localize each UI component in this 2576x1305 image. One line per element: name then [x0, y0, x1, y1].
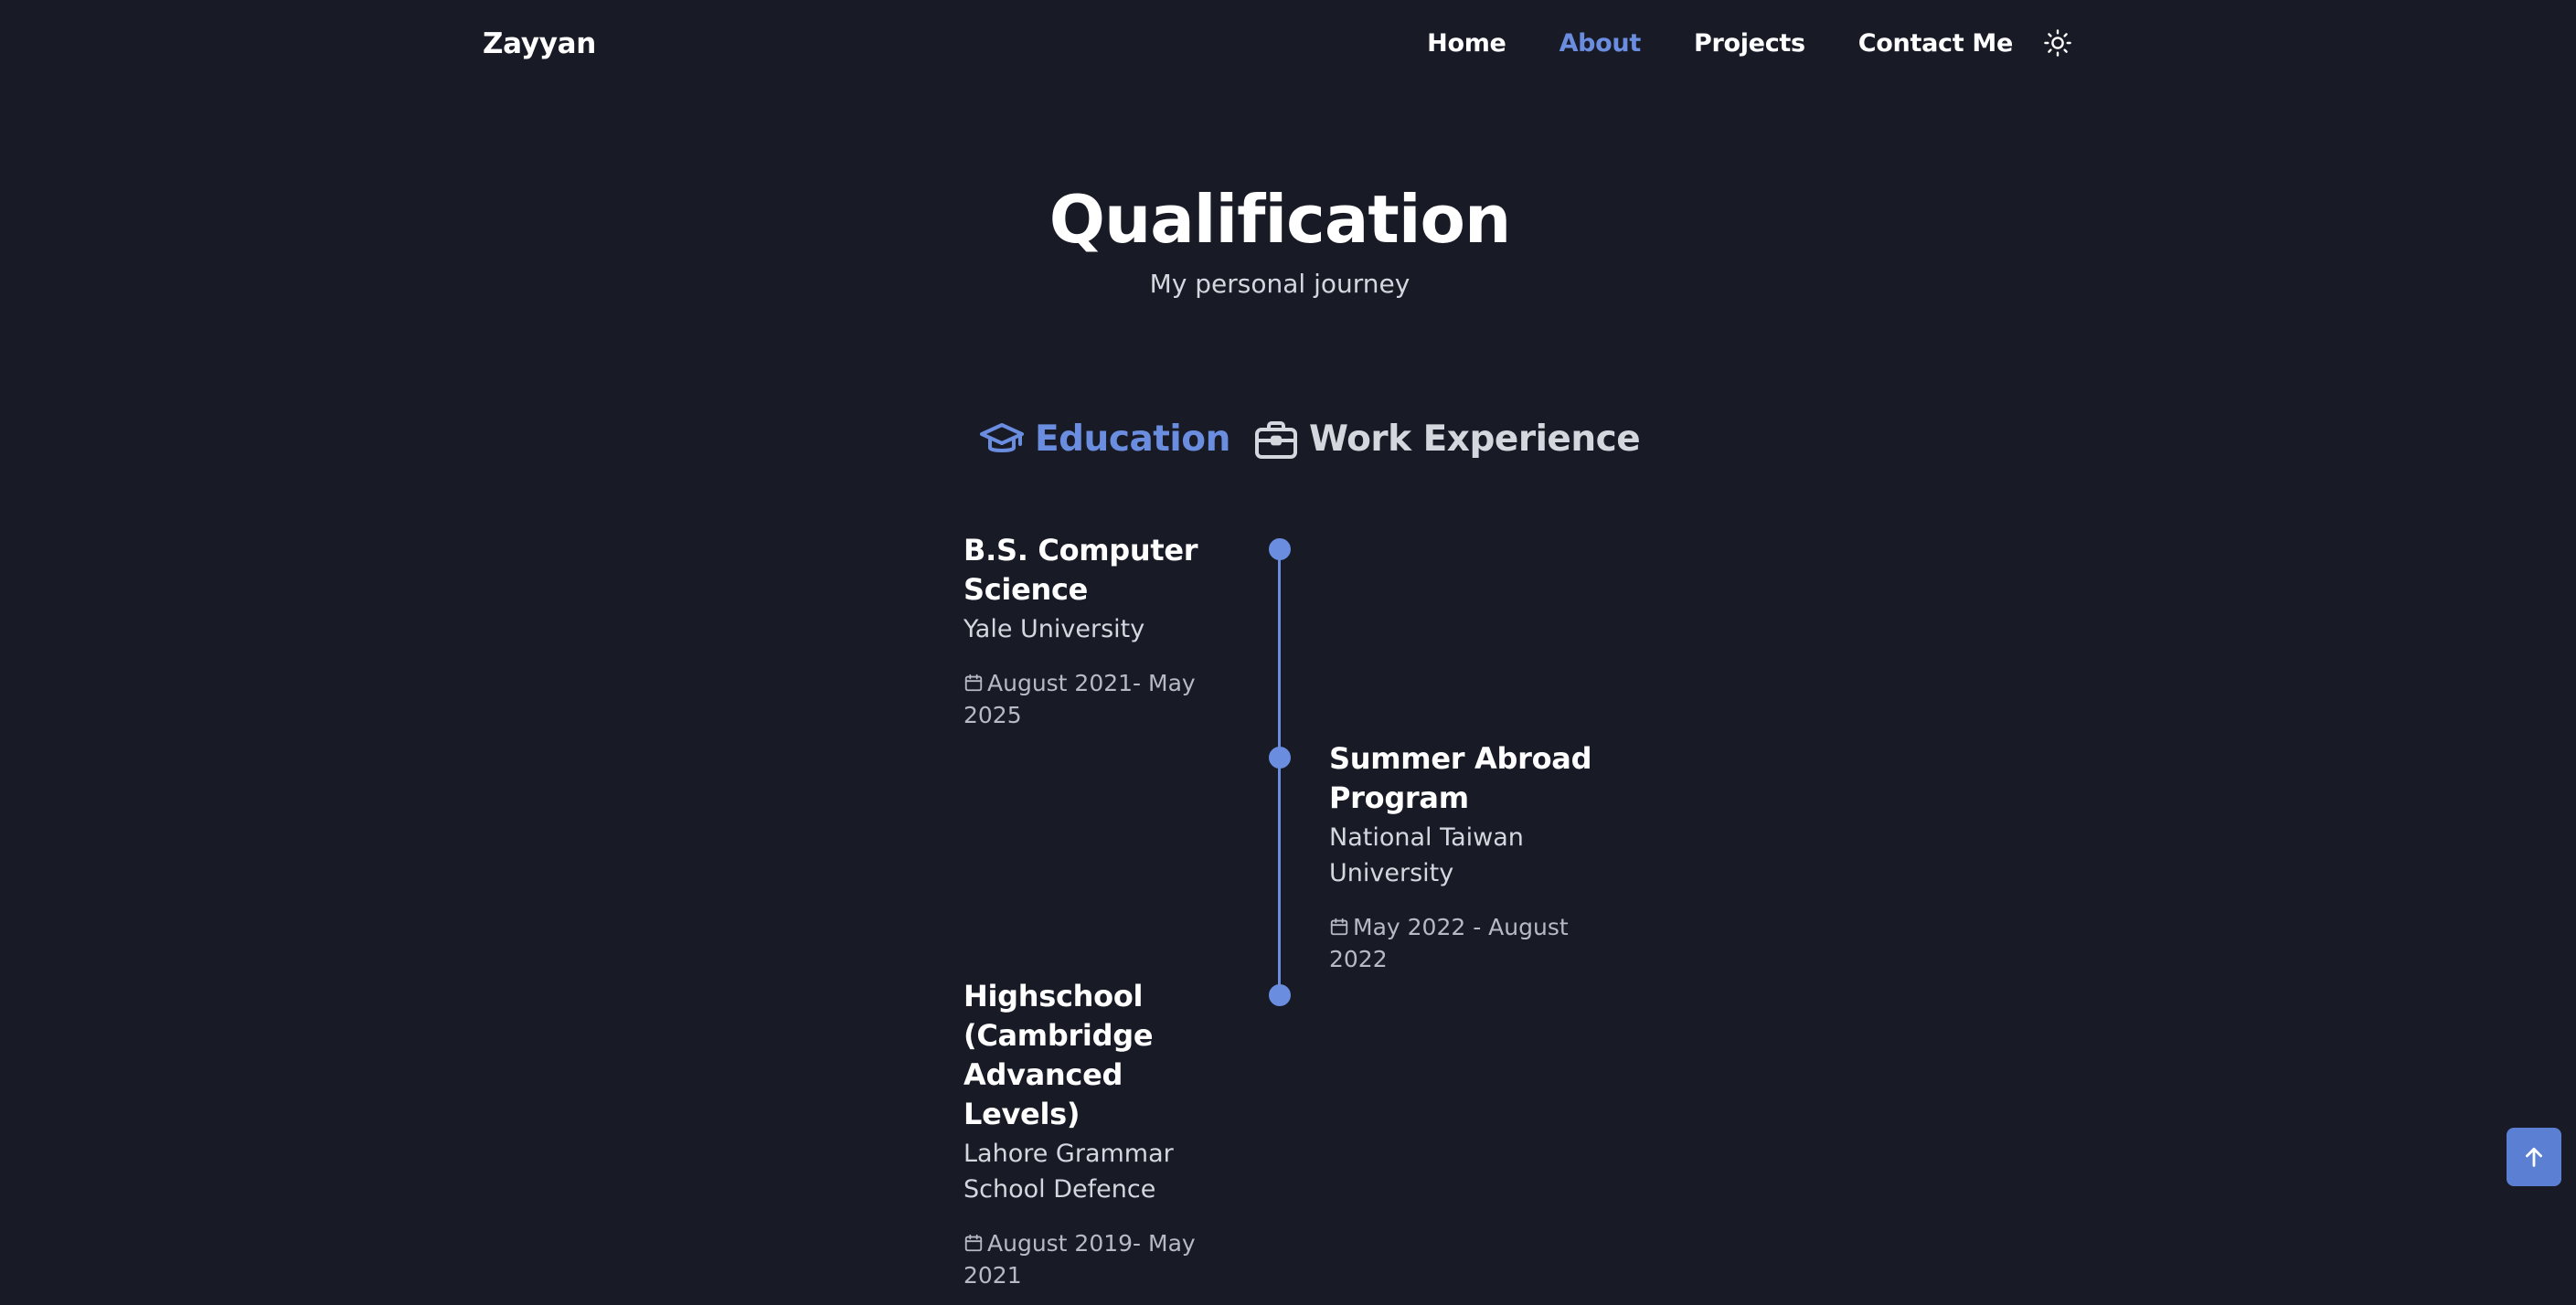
timeline-line — [1278, 550, 1281, 996]
qualification-title: Highschool (Cambridge Advanced Levels) — [963, 979, 1154, 1131]
graduation-cap-icon — [980, 422, 1024, 452]
qualification-institution: Lahore Grammar School Defence — [963, 1140, 1174, 1204]
nav-projects[interactable]: Projects — [1694, 29, 1805, 58]
timeline-dot — [1269, 747, 1291, 769]
section-subtitle: My personal journey — [1149, 269, 1410, 299]
timeline-dot — [1269, 538, 1291, 560]
tab-work-experience[interactable]: Work Experience — [1254, 419, 1641, 460]
qualification-item: Highschool (Cambridge Advanced Levels) L… — [963, 977, 1229, 1291]
qualification-institution: Yale University — [963, 615, 1145, 643]
qualification-institution: National Taiwan University — [1329, 823, 1524, 887]
calendar-icon — [964, 674, 983, 692]
qualification-item: B.S. Computer Science Yale University Au… — [963, 531, 1229, 731]
tab-work-experience-label: Work Experience — [1309, 419, 1641, 460]
qualification-date: August 2019- May 2021 — [963, 1227, 1229, 1291]
qualification-date-text: May 2022 - August 2022 — [1329, 914, 1569, 972]
qualification-date: August 2021- May 2025 — [963, 667, 1229, 731]
calendar-icon — [964, 1234, 983, 1252]
brand-logo[interactable]: Zayyan — [483, 27, 596, 60]
qualification-date-text: August 2021- May 2025 — [963, 670, 1196, 728]
tab-education[interactable]: Education — [980, 419, 1230, 460]
briefcase-icon — [1255, 420, 1297, 459]
nav-home[interactable]: Home — [1427, 29, 1506, 58]
qualification-date: May 2022 - August 2022 — [1329, 911, 1594, 975]
qualification-title: B.S. Computer Science — [963, 533, 1198, 607]
theme-toggle-button[interactable] — [2042, 27, 2073, 58]
timeline-dot — [1269, 984, 1291, 1006]
nav-about[interactable]: About — [1559, 29, 1642, 58]
calendar-icon — [1330, 918, 1348, 936]
main-nav: Home About Projects Contact Me — [1427, 27, 2073, 58]
section-title: Qualification — [1048, 181, 1512, 258]
qualification-date-text: August 2019- May 2021 — [963, 1230, 1196, 1289]
tab-education-label: Education — [1035, 419, 1230, 460]
qualification-title: Summer Abroad Program — [1329, 741, 1592, 815]
scroll-up-button[interactable] — [2507, 1128, 2561, 1186]
nav-contact[interactable]: Contact Me — [1858, 29, 2014, 58]
qualification-item: Summer Abroad Program National Taiwan Un… — [1329, 739, 1594, 975]
sun-icon — [2044, 29, 2071, 57]
arrow-up-icon — [2526, 1147, 2542, 1167]
